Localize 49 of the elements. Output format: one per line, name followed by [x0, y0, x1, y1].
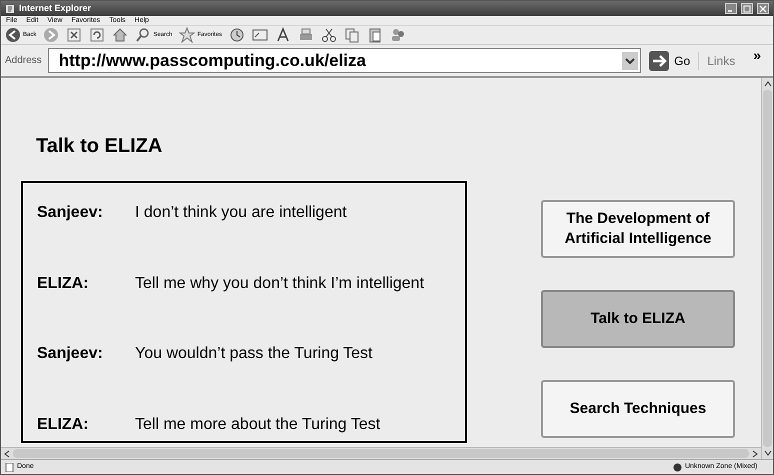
speaker-name: Sanjeev:	[37, 203, 104, 223]
chat-message: You wouldn’t pass the Turing Test	[135, 344, 372, 364]
close-button[interactable]	[757, 3, 769, 14]
clock-icon	[229, 27, 246, 43]
browser-icon	[5, 4, 15, 14]
page-heading: Talk to ELIZA	[36, 134, 164, 159]
speaker-name: Sanjeev:	[37, 344, 104, 364]
refresh-icon	[89, 27, 106, 43]
more-chevron[interactable]: »	[753, 45, 769, 66]
toolbar-button[interactable]	[252, 27, 268, 43]
copy-icon	[344, 27, 360, 43]
dropdown-icon[interactable]	[622, 52, 638, 70]
nav-button[interactable]: The Development of Artificial Intelligence	[541, 200, 735, 258]
nav-button[interactable]: Search Techniques	[541, 380, 735, 438]
vertical-scrollbar[interactable]	[761, 78, 773, 459]
chat-message: I don’t think you are intelligent	[135, 203, 347, 223]
nav-button[interactable]: Talk to ELIZA	[541, 290, 735, 348]
toolbar-button[interactable]	[367, 27, 384, 43]
stop-icon	[66, 27, 82, 43]
speaker-name: ELIZA:	[37, 414, 90, 435]
toolbar-button[interactable]	[112, 27, 128, 43]
toolbar-button[interactable]	[321, 27, 338, 43]
chat-message: Tell me more about the Turing Test	[135, 414, 380, 435]
globe-icon	[673, 462, 682, 472]
links-label[interactable]: Links	[698, 52, 748, 70]
minimize-button[interactable]	[725, 3, 737, 14]
font-icon	[275, 27, 292, 43]
go-button[interactable]: Go	[647, 50, 692, 70]
window-title: Internet Explorer	[19, 4, 92, 13]
window-icon	[252, 27, 268, 43]
toolbar-button[interactable]	[229, 27, 246, 43]
speaker-name: ELIZA:	[37, 274, 90, 294]
maximize-icon	[743, 4, 751, 12]
toolbar-button[interactable]	[344, 27, 360, 43]
maximize-button[interactable]	[741, 3, 753, 14]
address-field[interactable]: http://www.passcomputing.co.uk/eliza	[48, 48, 642, 73]
people-icon	[390, 27, 406, 43]
close-icon	[759, 4, 767, 12]
printer-icon	[298, 27, 314, 43]
chat-message: Tell me why you don’t think I’m intelligent	[135, 274, 424, 294]
address-label: Address	[5, 54, 42, 68]
toolbar-button[interactable]	[89, 27, 106, 43]
toolbar-button[interactable]	[66, 27, 82, 43]
horizontal-scrollbar[interactable]	[1, 447, 761, 459]
home-icon	[112, 27, 128, 43]
scissors-icon	[321, 27, 338, 43]
page-icon	[5, 462, 14, 472]
toolbar-button[interactable]	[275, 27, 292, 43]
search-icon	[135, 27, 152, 43]
